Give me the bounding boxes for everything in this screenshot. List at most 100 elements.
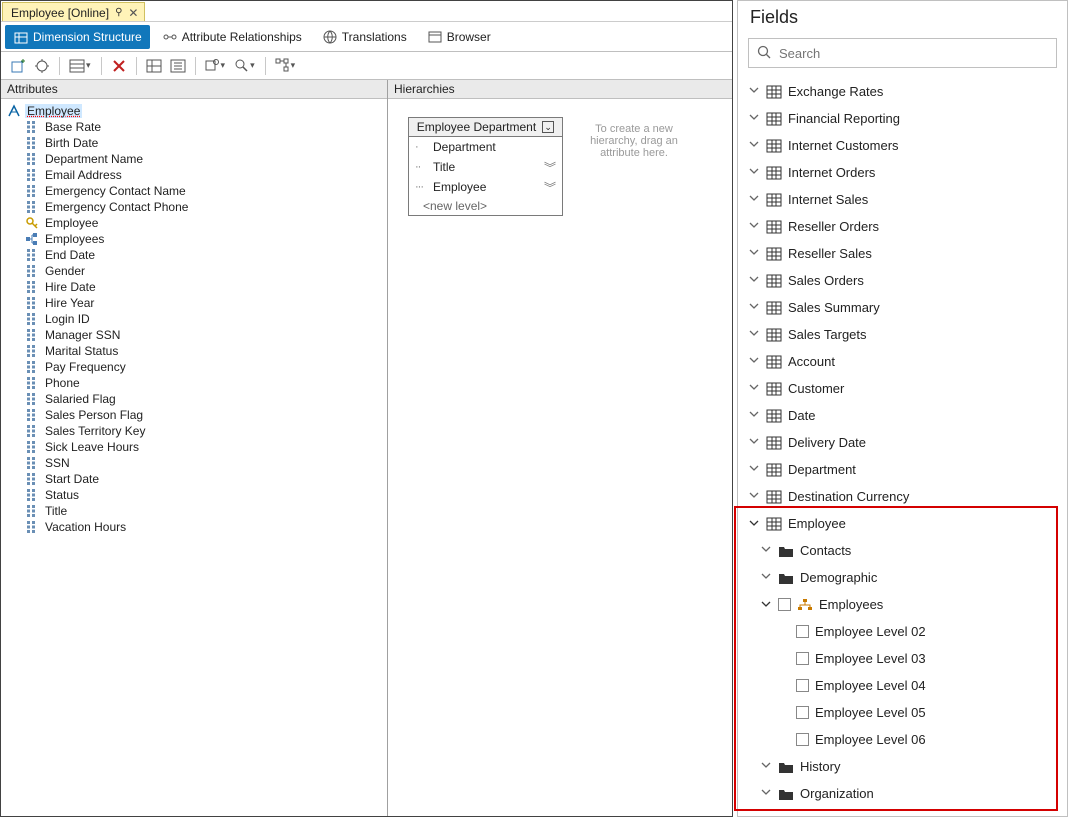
attribute-item[interactable]: Salaried Flag: [25, 391, 383, 407]
chevron-icon[interactable]: [748, 489, 760, 503]
find-icon[interactable]: [202, 55, 230, 77]
field-row[interactable]: Customer: [738, 375, 1067, 402]
field-row[interactable]: Account: [738, 348, 1067, 375]
search-input[interactable]: [779, 46, 1048, 61]
field-row[interactable]: Internet Sales: [738, 186, 1067, 213]
chevron-icon[interactable]: [760, 598, 772, 612]
tree-view-icon[interactable]: [272, 55, 300, 77]
chevron-icon[interactable]: [748, 192, 760, 206]
chevron-icon[interactable]: [748, 435, 760, 449]
field-row[interactable]: Employee Level 04: [738, 672, 1067, 699]
attribute-item[interactable]: Employee: [25, 215, 383, 231]
add-bi-icon[interactable]: [7, 55, 29, 77]
attribute-item[interactable]: Hire Year: [25, 295, 383, 311]
hierarchy-level[interactable]: ··Title︾: [409, 157, 562, 177]
attribute-item[interactable]: Sick Leave Hours: [25, 439, 383, 455]
attribute-item[interactable]: Department Name: [25, 151, 383, 167]
field-row[interactable]: Reseller Orders: [738, 213, 1067, 240]
attribute-item[interactable]: SSN: [25, 455, 383, 471]
attribute-item[interactable]: Sales Person Flag: [25, 407, 383, 423]
section-tab-brow[interactable]: Browser: [419, 25, 499, 49]
chevron-icon[interactable]: [760, 759, 772, 773]
search-box[interactable]: [748, 38, 1057, 68]
field-row[interactable]: Reseller Sales: [738, 240, 1067, 267]
view-icon[interactable]: [66, 55, 95, 77]
attribute-root[interactable]: Employee: [7, 103, 383, 119]
field-row[interactable]: Employee Level 06: [738, 726, 1067, 753]
hierarchy-level[interactable]: ·Department: [409, 137, 562, 157]
attribute-item[interactable]: Sales Territory Key: [25, 423, 383, 439]
attribute-item[interactable]: Status: [25, 487, 383, 503]
section-tab-dim[interactable]: Dimension Structure: [5, 25, 150, 49]
new-level-placeholder[interactable]: <new level>: [409, 197, 562, 215]
attribute-item[interactable]: Emergency Contact Name: [25, 183, 383, 199]
field-row[interactable]: Organization: [738, 780, 1067, 807]
attribute-item[interactable]: End Date: [25, 247, 383, 263]
field-row[interactable]: Department: [738, 456, 1067, 483]
chevron-icon[interactable]: [760, 786, 772, 800]
process-icon[interactable]: [31, 55, 53, 77]
checkbox[interactable]: [778, 598, 791, 611]
checkbox[interactable]: [796, 706, 809, 719]
attribute-item[interactable]: Base Rate: [25, 119, 383, 135]
attribute-item[interactable]: Vacation Hours: [25, 519, 383, 535]
field-row[interactable]: Sales Summary: [738, 294, 1067, 321]
chevron-icon[interactable]: [748, 165, 760, 179]
field-row[interactable]: Employee: [738, 510, 1067, 537]
attribute-item[interactable]: Gender: [25, 263, 383, 279]
attribute-item[interactable]: Marital Status: [25, 343, 383, 359]
show-list-icon[interactable]: [167, 55, 189, 77]
attribute-item[interactable]: Hire Date: [25, 279, 383, 295]
pin-icon[interactable]: ⚲: [115, 7, 122, 18]
chevron-icon[interactable]: [748, 354, 760, 368]
chevron-icon[interactable]: [748, 300, 760, 314]
field-row[interactable]: Employee Level 02: [738, 618, 1067, 645]
field-row[interactable]: Internet Customers: [738, 132, 1067, 159]
show-table-icon[interactable]: [143, 55, 165, 77]
attribute-item[interactable]: Email Address: [25, 167, 383, 183]
chevron-icon[interactable]: [748, 219, 760, 233]
field-row[interactable]: Delivery Date: [738, 429, 1067, 456]
hierarchy-card[interactable]: Employee Department ⌄ ·Department··Title…: [408, 117, 563, 216]
field-row[interactable]: Date: [738, 402, 1067, 429]
field-row[interactable]: Sales Orders: [738, 267, 1067, 294]
field-row[interactable]: Internet Orders: [738, 159, 1067, 186]
hierarchy-level[interactable]: ···Employee︾: [409, 177, 562, 197]
field-row[interactable]: History: [738, 753, 1067, 780]
attribute-item[interactable]: Pay Frequency: [25, 359, 383, 375]
checkbox[interactable]: [796, 625, 809, 638]
field-row[interactable]: Exchange Rates: [738, 78, 1067, 105]
attribute-item[interactable]: Start Date: [25, 471, 383, 487]
attribute-item[interactable]: Phone: [25, 375, 383, 391]
field-row[interactable]: Destination Currency: [738, 483, 1067, 510]
delete-icon[interactable]: [108, 55, 130, 77]
section-tab-attrr[interactable]: Attribute Relationships: [154, 25, 310, 49]
chevron-icon[interactable]: [748, 327, 760, 341]
chevron-icon[interactable]: [748, 138, 760, 152]
checkbox[interactable]: [796, 733, 809, 746]
attribute-item[interactable]: Employees: [25, 231, 383, 247]
field-row[interactable]: Employee Level 05: [738, 699, 1067, 726]
chevron-icon[interactable]: [748, 246, 760, 260]
field-row[interactable]: Demographic: [738, 564, 1067, 591]
chevron-icon[interactable]: [760, 543, 772, 557]
chevron-icon[interactable]: [748, 273, 760, 287]
field-row[interactable]: Employees: [738, 591, 1067, 618]
field-row[interactable]: Financial Reporting: [738, 105, 1067, 132]
attribute-item[interactable]: Manager SSN: [25, 327, 383, 343]
checkbox[interactable]: [796, 652, 809, 665]
attribute-item[interactable]: Login ID: [25, 311, 383, 327]
attribute-item[interactable]: Title: [25, 503, 383, 519]
document-tab[interactable]: Employee [Online] ⚲ ✕: [2, 2, 145, 21]
chevron-icon[interactable]: [748, 381, 760, 395]
attribute-item[interactable]: Birth Date: [25, 135, 383, 151]
collapse-icon[interactable]: ⌄: [542, 121, 554, 133]
chevron-icon[interactable]: [748, 111, 760, 125]
chevron-icon[interactable]: [748, 462, 760, 476]
chevron-icon[interactable]: [760, 570, 772, 584]
zoom-icon[interactable]: [231, 55, 259, 77]
field-row[interactable]: Employee Level 03: [738, 645, 1067, 672]
chevron-icon[interactable]: [748, 517, 760, 531]
field-row[interactable]: Contacts: [738, 537, 1067, 564]
checkbox[interactable]: [796, 679, 809, 692]
